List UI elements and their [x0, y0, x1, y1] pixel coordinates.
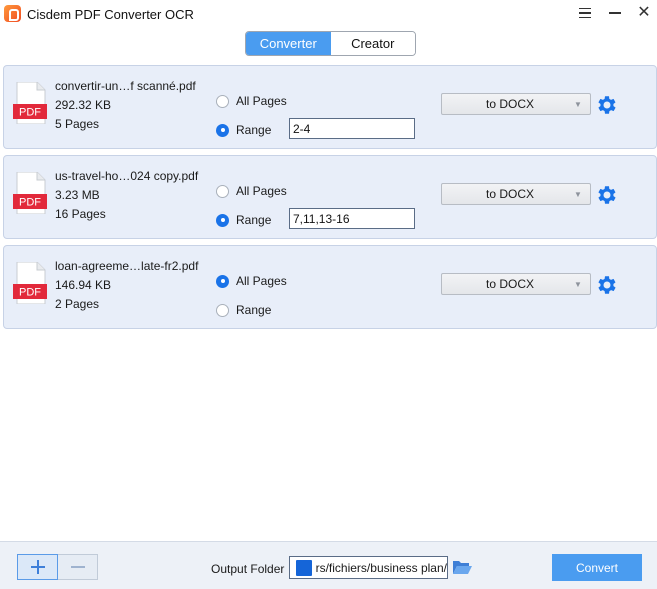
all-pages-option[interactable]: All Pages: [216, 274, 287, 288]
file-size: 292.32 KB: [55, 98, 112, 112]
range-option[interactable]: Range: [216, 303, 271, 317]
open-folder-icon[interactable]: [452, 558, 473, 576]
tab-converter[interactable]: Converter: [246, 32, 331, 55]
file-size: 3.23 MB: [55, 188, 100, 202]
file-name: convertir-un…f scanné.pdf: [55, 79, 196, 93]
minus-icon: [70, 566, 85, 568]
pdf-file-icon: PDF: [13, 82, 47, 124]
minimize-button[interactable]: [604, 3, 626, 23]
file-row: PDF convertir-un…f scanné.pdf 292.32 KB …: [3, 65, 657, 149]
all-pages-radio[interactable]: [216, 184, 229, 198]
chevron-down-icon: ▼: [574, 99, 582, 109]
format-select[interactable]: to DOCX ▼: [441, 273, 591, 295]
range-input[interactable]: [289, 118, 415, 139]
format-select-value: to DOCX: [485, 187, 534, 201]
range-radio[interactable]: [216, 303, 229, 317]
range-input[interactable]: [289, 208, 415, 229]
file-row: PDF us-travel-ho…024 copy.pdf 3.23 MB 16…: [3, 155, 657, 239]
file-row: PDF loan-agreeme…late-fr2.pdf 146.94 KB …: [3, 245, 657, 329]
output-folder-label: Output Folder: [211, 562, 285, 576]
range-option[interactable]: Range: [216, 213, 271, 227]
output-folder-path: /Users/fichiers/business plan: [316, 560, 447, 575]
chevron-down-icon: ▼: [574, 279, 582, 289]
tab-creator[interactable]: Creator: [330, 32, 415, 55]
close-icon: ✕: [637, 4, 651, 21]
bottom-toolbar: Output Folder /Users/fichiers/business p…: [0, 541, 657, 589]
pdf-icon-label: PDF: [19, 287, 41, 299]
range-option[interactable]: Range: [216, 123, 271, 137]
pdf-file-icon: PDF: [13, 172, 47, 214]
gear-icon[interactable]: [595, 93, 619, 117]
format-select[interactable]: to DOCX ▼: [441, 93, 591, 115]
file-size: 146.94 KB: [55, 278, 112, 292]
format-select[interactable]: to DOCX ▼: [441, 183, 591, 205]
file-page-count: 5 Pages: [55, 117, 100, 131]
file-name: loan-agreeme…late-fr2.pdf: [55, 259, 199, 273]
range-label: Range: [236, 303, 272, 317]
chevron-down-icon: ▼: [574, 189, 582, 199]
pdf-icon-label: PDF: [19, 197, 41, 209]
gear-icon[interactable]: [595, 183, 619, 207]
add-file-button[interactable]: [17, 554, 58, 580]
title-bar: Cisdem PDF Converter OCR ✕: [0, 0, 657, 28]
window-title: Cisdem PDF Converter OCR: [27, 7, 194, 22]
folder-icon: [296, 559, 312, 576]
output-folder-field[interactable]: /Users/fichiers/business plan: [289, 556, 448, 579]
all-pages-label: All Pages: [236, 94, 287, 108]
mode-switch: Converter Creator: [245, 31, 416, 56]
plus-icon: [30, 560, 45, 574]
file-name: us-travel-ho…024 copy.pdf: [55, 169, 199, 183]
all-pages-radio[interactable]: [216, 274, 229, 288]
minimize-icon: [609, 12, 621, 14]
range-radio[interactable]: [216, 123, 229, 137]
file-page-count: 16 Pages: [55, 207, 106, 221]
range-radio[interactable]: [216, 213, 229, 227]
all-pages-label: All Pages: [236, 274, 287, 288]
pdf-icon-label: PDF: [19, 107, 41, 119]
all-pages-label: All Pages: [236, 184, 287, 198]
gear-icon[interactable]: [595, 273, 619, 297]
range-label: Range: [236, 123, 272, 137]
convert-button[interactable]: Convert: [552, 554, 642, 581]
menu-button[interactable]: [574, 3, 596, 23]
close-button[interactable]: ✕: [633, 3, 655, 23]
hamburger-icon: [579, 8, 591, 18]
cisdem-logo-icon: [4, 5, 21, 22]
format-select-value: to DOCX: [485, 97, 534, 111]
remove-file-button[interactable]: [58, 554, 98, 580]
format-select-value: to DOCX: [485, 277, 534, 291]
all-pages-option[interactable]: All Pages: [216, 94, 287, 108]
all-pages-radio[interactable]: [216, 94, 229, 108]
file-page-count: 2 Pages: [55, 297, 100, 311]
all-pages-option[interactable]: All Pages: [216, 184, 287, 198]
range-label: Range: [236, 213, 272, 227]
pdf-file-icon: PDF: [13, 262, 47, 304]
